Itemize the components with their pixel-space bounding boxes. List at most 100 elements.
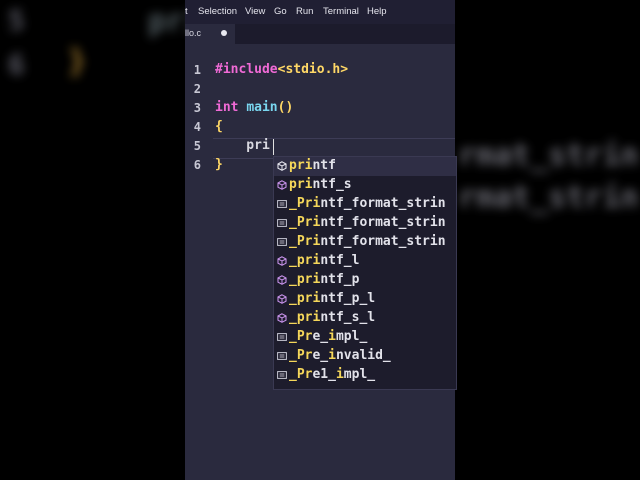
suggestion-item[interactable]: _Pre1_impl_ xyxy=(274,366,456,385)
code-token: main xyxy=(246,100,278,115)
line-number: 6 xyxy=(193,158,201,172)
cube-icon xyxy=(277,294,287,304)
bg-suggestion-1: rmat_strin xyxy=(458,138,639,173)
menu-bar: t Selection View Go Run Terminal Help xyxy=(185,0,455,24)
suggestion-match-text: _Pri xyxy=(289,234,321,249)
code-line[interactable]: } xyxy=(215,157,223,172)
code-token: <stdio.h> xyxy=(277,62,349,77)
suggestion-item[interactable]: _printf_l xyxy=(274,252,456,271)
code-token: pri xyxy=(215,138,270,153)
code-token: } xyxy=(215,157,223,172)
suggestion-match-text: pri xyxy=(289,177,313,192)
cube-icon xyxy=(277,313,287,323)
suggestion-label: _printf_p xyxy=(289,272,359,287)
suggestion-rest-text: e1_ xyxy=(312,367,336,382)
suggestion-match-text: _pri xyxy=(289,253,321,268)
code-token: int xyxy=(215,100,239,115)
suggestion-rest-text: ntf_format_strin xyxy=(320,196,446,211)
suggestion-rest-text: ntf_format_strin xyxy=(320,234,446,249)
constant-icon xyxy=(277,237,287,247)
suggestion-match-text: _Pr xyxy=(289,367,313,382)
suggestion-label: _Printf_format_strin xyxy=(289,196,446,211)
suggestion-rest-text: ntf_format_strin xyxy=(320,215,446,230)
suggestion-item[interactable]: _Printf_format_strin xyxy=(274,214,456,233)
code-line[interactable]: int main() xyxy=(215,100,293,115)
menu-item-terminal[interactable]: Terminal xyxy=(323,6,359,17)
suggestion-label: _Pre_invalid_ xyxy=(289,348,391,363)
suggestion-item[interactable]: _printf_s_l xyxy=(274,309,456,328)
unsaved-dot-icon[interactable] xyxy=(221,30,227,36)
menu-item-selection[interactable]: Selection xyxy=(198,6,237,17)
suggestion-label: _Pre_impl_ xyxy=(289,329,367,344)
text-cursor xyxy=(273,139,274,155)
suggestion-item[interactable]: printf_s xyxy=(274,176,456,195)
tab-filename: llo.c xyxy=(185,28,202,38)
suggestion-label: printf_s xyxy=(289,177,352,192)
menu-item-run[interactable]: Run xyxy=(296,6,313,17)
code-token: () xyxy=(277,100,294,115)
line-number: 4 xyxy=(193,120,201,134)
suggestion-item[interactable]: _Printf_format_strin xyxy=(274,233,456,252)
constant-icon xyxy=(277,370,287,380)
cube-icon xyxy=(277,275,287,285)
cube-icon xyxy=(277,161,287,171)
tab-hello-c[interactable]: llo.c xyxy=(185,24,235,44)
bg-code-brace: } xyxy=(68,44,87,79)
menu-item-view[interactable]: View xyxy=(245,6,265,17)
line-number: 5 xyxy=(193,139,201,153)
tab-bar: llo.c xyxy=(185,24,455,44)
suggestion-item[interactable]: _Pre_impl_ xyxy=(274,328,456,347)
code-token: { xyxy=(215,119,223,134)
suggestion-item[interactable]: _printf_p xyxy=(274,271,456,290)
suggestion-item[interactable]: _printf_p_l xyxy=(274,290,456,309)
suggestion-match-text: _Pri xyxy=(289,196,321,211)
constant-icon xyxy=(277,199,287,209)
code-token: #include xyxy=(215,62,278,77)
suggestion-item[interactable]: _Pre_invalid_ xyxy=(274,347,456,366)
line-number: 2 xyxy=(193,82,201,96)
suggestion-item[interactable]: _Printf_format_strin xyxy=(274,195,456,214)
suggestion-rest-text: ntf_s_l xyxy=(320,310,376,325)
suggestion-rest-text: ntf_l xyxy=(320,253,360,268)
code-line[interactable]: #include<stdio.h> xyxy=(215,62,348,77)
suggestion-rest-text: ntf_s xyxy=(312,177,352,192)
suggestion-label: _printf_l xyxy=(289,253,359,268)
constant-icon xyxy=(277,332,287,342)
suggestion-label: _Printf_format_strin xyxy=(289,215,446,230)
suggestion-match-text: _Pr xyxy=(289,329,313,344)
suggestion-match-text: _pri xyxy=(289,310,321,325)
menu-item-go[interactable]: Go xyxy=(274,6,287,17)
autocomplete-suggestions[interactable]: printf printf_s _Printf_format_strin _Print… xyxy=(273,156,457,390)
suggestion-label: _Pre1_impl_ xyxy=(289,367,375,382)
suggestion-rest-text: mpl_ xyxy=(335,329,368,344)
suggestion-rest-text: e_ xyxy=(312,348,329,363)
code-line[interactable]: { xyxy=(215,119,223,134)
bg-line-number-5: 5 xyxy=(8,4,25,37)
menu-item-selection-cut[interactable]: t xyxy=(185,6,188,17)
code-line[interactable]: pri xyxy=(215,138,270,153)
suggestion-match-text: _Pri xyxy=(289,215,321,230)
constant-icon xyxy=(277,351,287,361)
suggestion-match-text: _pri xyxy=(289,272,321,287)
bg-line-number-6: 6 xyxy=(8,48,25,81)
suggestion-match-text: i xyxy=(328,329,336,344)
suggestion-match-text: pri xyxy=(289,158,313,173)
suggestion-label: _printf_p_l xyxy=(289,291,375,306)
suggestion-rest-text: ntf_p xyxy=(320,272,360,287)
suggestion-rest-text: mpl_ xyxy=(343,367,376,382)
suggestion-rest-text: ntf_p_l xyxy=(320,291,376,306)
suggestion-label: _printf_s_l xyxy=(289,310,375,325)
suggestion-match-text: i xyxy=(335,367,344,382)
line-number: 3 xyxy=(193,101,201,115)
suggestion-rest-text: nvalid_ xyxy=(335,348,391,363)
suggestion-match-text: _Pr xyxy=(289,348,313,363)
cube-icon xyxy=(277,256,287,266)
line-number: 1 xyxy=(193,63,201,77)
suggestion-match-text: i xyxy=(328,348,336,363)
suggestion-rest-text: ntf xyxy=(312,158,336,173)
constant-icon xyxy=(277,218,287,228)
menu-item-help[interactable]: Help xyxy=(367,6,387,17)
suggestion-item[interactable]: printf xyxy=(274,157,456,176)
suggestion-rest-text: e_ xyxy=(312,329,329,344)
suggestion-label: _Printf_format_strin xyxy=(289,234,446,249)
